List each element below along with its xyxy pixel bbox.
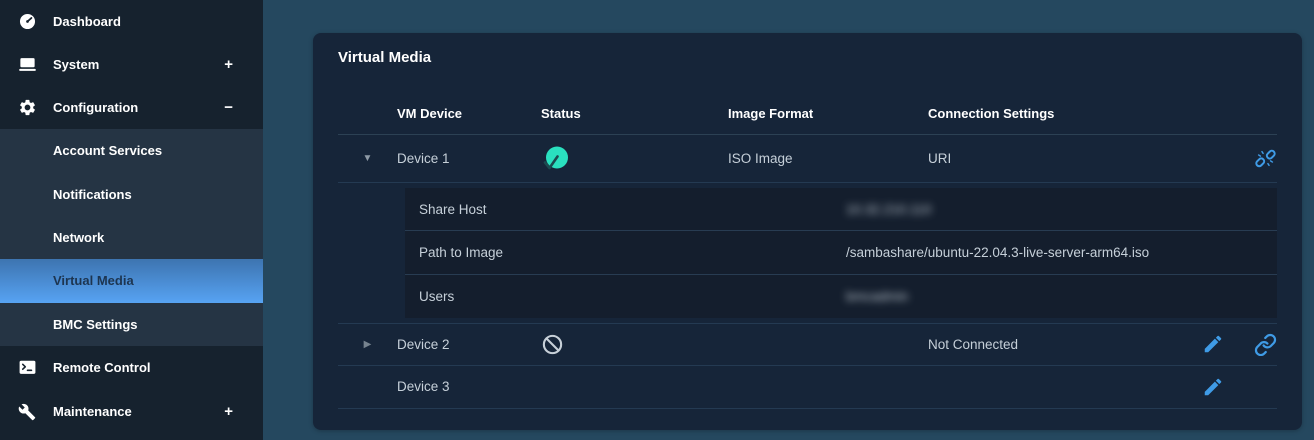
share-host-value-redacted: 10.32.210.110 xyxy=(846,202,931,217)
edit-button[interactable] xyxy=(1201,375,1225,399)
detail-label: Share Host xyxy=(405,202,846,217)
remote-control-icon xyxy=(16,357,38,379)
sidebar-item-system[interactable]: System + xyxy=(0,43,263,86)
header-vm-device: VM Device xyxy=(397,106,541,121)
maintenance-icon xyxy=(16,401,38,423)
sidebar: Dashboard System + Configuration − Accou… xyxy=(0,0,263,440)
edit-button[interactable] xyxy=(1201,332,1225,356)
header-image-format: Image Format xyxy=(728,106,928,121)
sidebar-item-label: Configuration xyxy=(53,100,138,115)
device-name: Device 1 xyxy=(397,151,541,166)
sidebar-item-notifications[interactable]: Notifications xyxy=(0,172,263,215)
sidebar-item-dashboard[interactable]: Dashboard xyxy=(0,0,263,43)
sidebar-item-maintenance[interactable]: Maintenance + xyxy=(0,390,263,434)
detail-label: Users xyxy=(405,289,846,304)
device-name: Device 2 xyxy=(397,337,541,352)
expand-plus-icon[interactable]: + xyxy=(224,403,233,420)
system-icon xyxy=(16,54,38,76)
sidebar-item-account-services[interactable]: Account Services xyxy=(0,129,263,172)
table-row-device-2: ▶ Device 2 Not Connected xyxy=(338,323,1277,366)
connect-button[interactable] xyxy=(1253,332,1277,356)
device-name: Device 3 xyxy=(397,379,541,394)
configuration-icon xyxy=(16,97,38,119)
sidebar-item-remote-control[interactable]: Remote Control xyxy=(0,346,263,390)
detail-label: Path to Image xyxy=(405,245,846,260)
collapse-caret-icon[interactable]: ▼ xyxy=(363,153,373,164)
table-header-row: VM Device Status Image Format Connection… xyxy=(338,69,1277,135)
users-value-redacted: bmcadmin xyxy=(846,289,908,304)
virtual-media-panel: Virtual Media VM Device Status Image For… xyxy=(313,33,1302,430)
sidebar-item-label: Maintenance xyxy=(53,404,132,419)
detail-row-users: Users bmcadmin xyxy=(405,275,1277,318)
sidebar-item-label: BMC Settings xyxy=(53,317,138,332)
table-row-device-1: ▼ Device 1 ISO Image URI xyxy=(338,135,1277,183)
sidebar-item-network[interactable]: Network xyxy=(0,216,263,259)
page-title: Virtual Media xyxy=(338,49,1277,69)
expand-caret-icon[interactable]: ▶ xyxy=(364,339,372,350)
table-row-device-3: Device 3 xyxy=(338,366,1277,409)
sidebar-item-label: Account Services xyxy=(53,143,162,158)
collapse-minus-icon[interactable]: − xyxy=(224,99,233,116)
detail-row-share-host: Share Host 10.32.210.110 xyxy=(405,188,1277,231)
sidebar-item-label: Notifications xyxy=(53,187,132,202)
device-1-details: Share Host 10.32.210.110 Path to Image /… xyxy=(405,188,1277,318)
configuration-submenu: Account Services Notifications Network V… xyxy=(0,129,263,346)
sidebar-bottom-group: Remote Control Maintenance + xyxy=(0,346,263,440)
expand-plus-icon[interactable]: + xyxy=(224,56,233,73)
header-status: Status xyxy=(541,106,728,121)
disconnect-button[interactable] xyxy=(1253,147,1277,171)
dashboard-icon xyxy=(16,11,38,33)
header-connection-settings: Connection Settings xyxy=(928,106,1201,121)
sidebar-item-label: System xyxy=(53,57,99,72)
status-not-connected-icon xyxy=(541,333,564,356)
path-to-image-value: /sambashare/ubuntu-22.04.3-live-server-a… xyxy=(846,245,1277,260)
sidebar-item-virtual-media[interactable]: Virtual Media xyxy=(0,259,263,302)
sidebar-item-label: Network xyxy=(53,230,104,245)
connection-value: URI xyxy=(928,151,1201,166)
detail-row-path-to-image: Path to Image /sambashare/ubuntu-22.04.3… xyxy=(405,231,1277,274)
connection-value: Not Connected xyxy=(928,337,1201,352)
sidebar-item-label: Virtual Media xyxy=(53,273,134,288)
sidebar-item-configuration[interactable]: Configuration − xyxy=(0,86,263,129)
image-format-value: ISO Image xyxy=(728,151,928,166)
sidebar-item-label: Dashboard xyxy=(53,14,121,29)
sidebar-item-label: Remote Control xyxy=(53,360,151,375)
status-connected-icon xyxy=(541,145,569,173)
sidebar-item-bmc-settings[interactable]: BMC Settings xyxy=(0,303,263,346)
